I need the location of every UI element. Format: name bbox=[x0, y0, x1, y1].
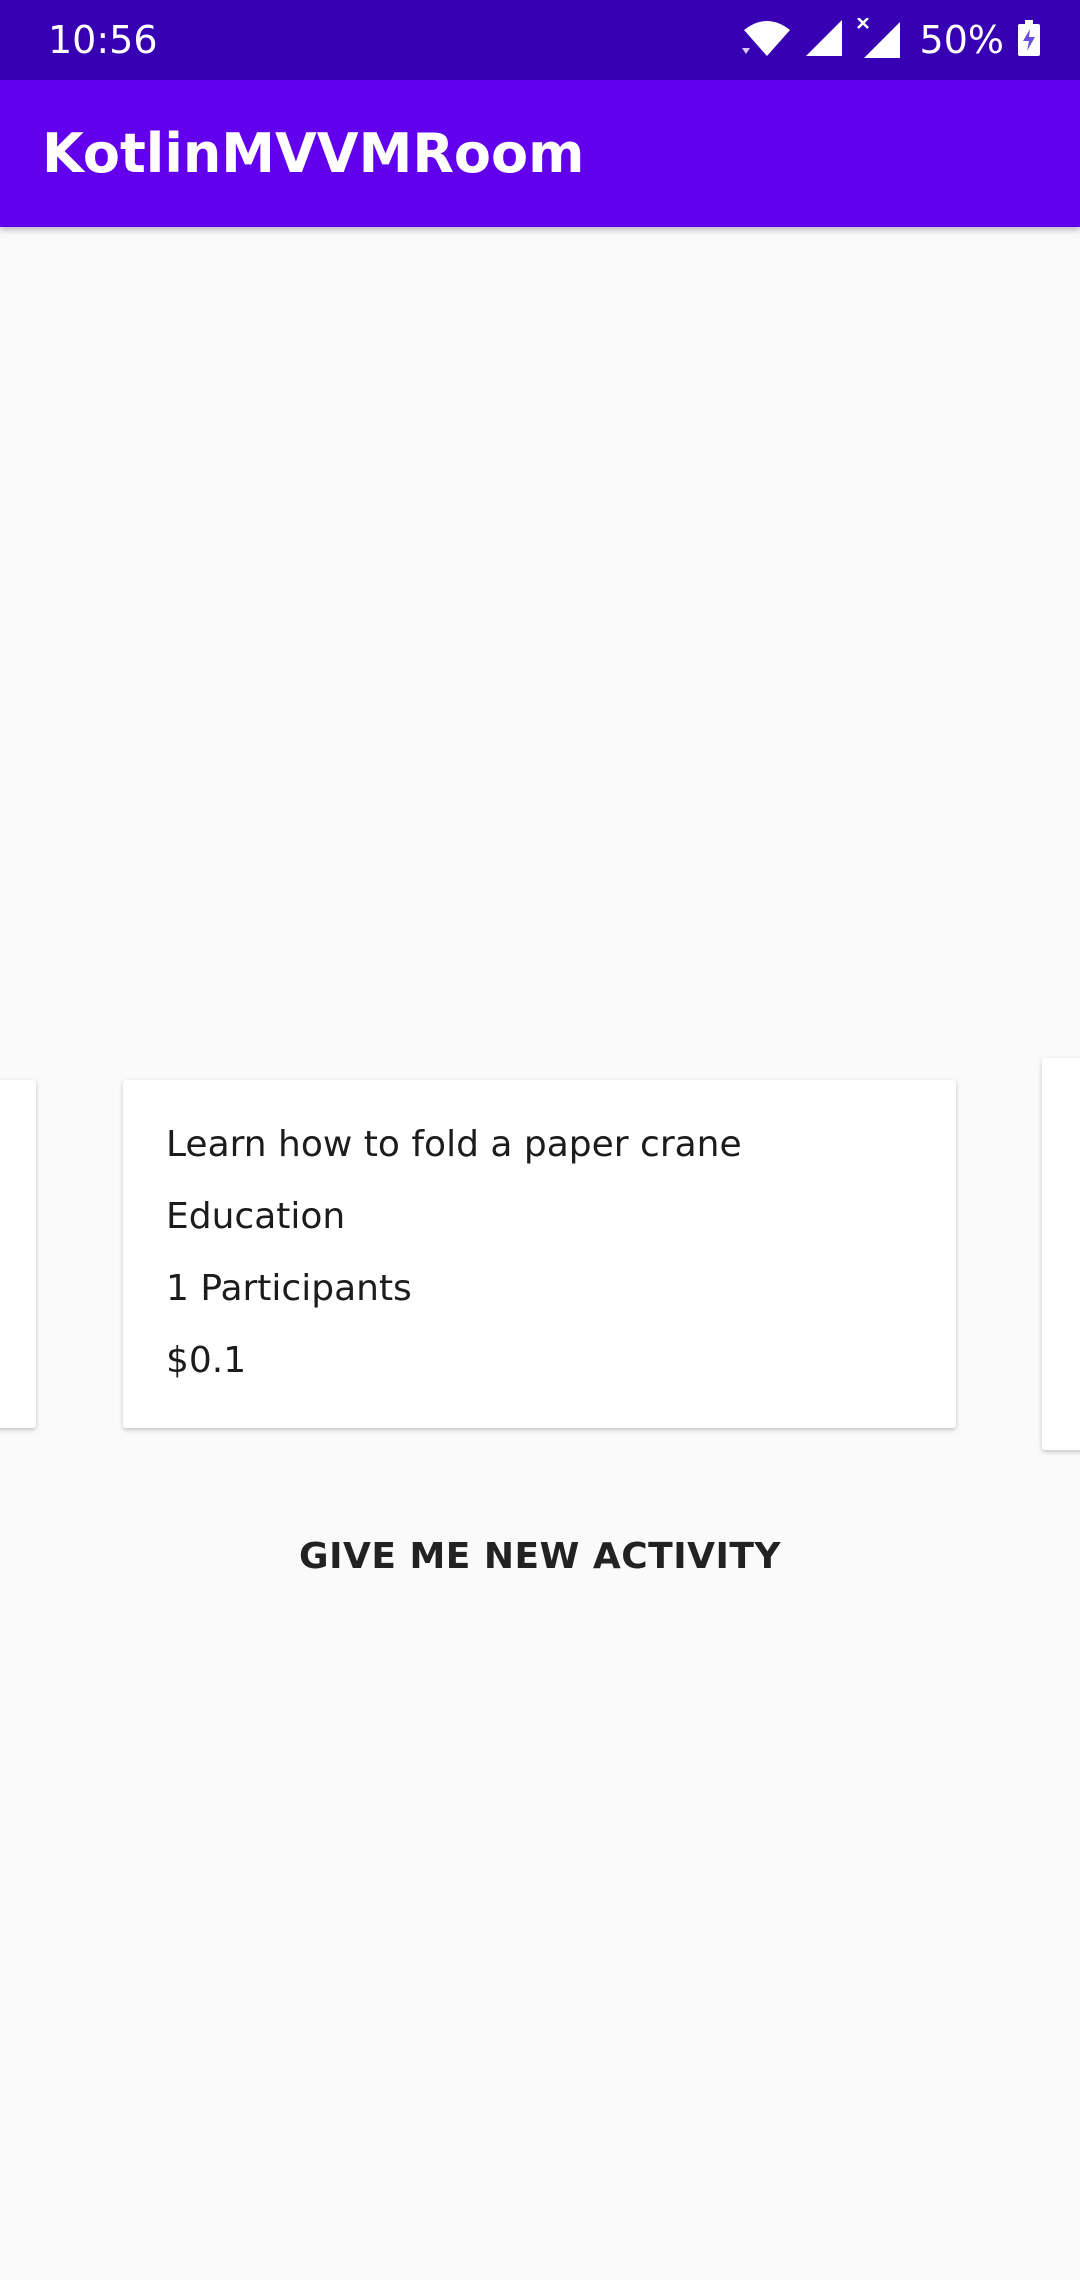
battery-percent: 50% bbox=[919, 18, 1004, 62]
activity-type: Education bbox=[166, 1196, 346, 1237]
status-icons: 50% bbox=[741, 14, 1040, 66]
status-bar: 10:56 50% bbox=[0, 0, 1080, 80]
signal-icon bbox=[805, 20, 842, 60]
new-activity-button[interactable]: GIVE ME NEW ACTIVITY bbox=[290, 1520, 790, 1592]
activity-name: Learn how to fold a paper crane bbox=[166, 1124, 742, 1165]
signal-no-data-icon bbox=[856, 17, 900, 62]
activity-participants: 1 Participants bbox=[166, 1268, 412, 1309]
next-activity-card[interactable] bbox=[1042, 1058, 1080, 1450]
activity-price: $0.1 bbox=[166, 1340, 247, 1381]
status-time: 10:56 bbox=[48, 18, 158, 62]
previous-activity-card[interactable] bbox=[0, 1080, 36, 1428]
battery-charging-icon bbox=[1018, 20, 1040, 60]
wifi-icon bbox=[741, 18, 792, 62]
app-title: KotlinMVVMRoom bbox=[42, 122, 585, 185]
app-bar: KotlinMVVMRoom bbox=[0, 80, 1080, 227]
activity-card[interactable]: Learn how to fold a paper crane Educatio… bbox=[123, 1080, 956, 1428]
